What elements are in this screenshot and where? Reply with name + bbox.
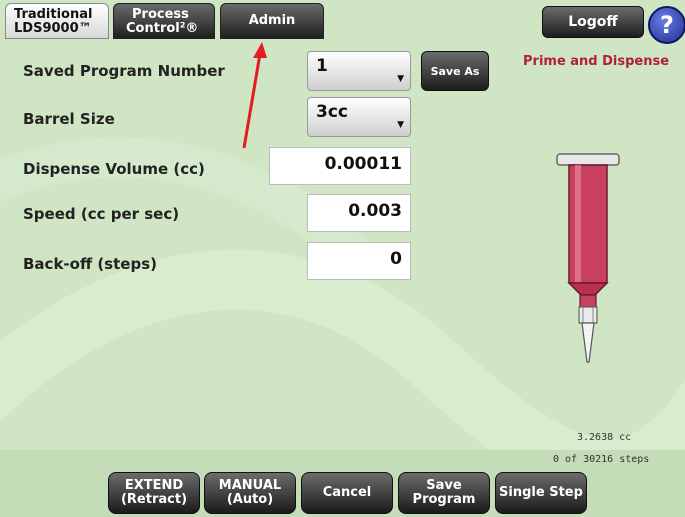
save-as-label: Save As bbox=[430, 64, 480, 78]
tab-traditional-line2: LDS9000™ bbox=[14, 21, 92, 36]
extend-label: EXTEND bbox=[124, 478, 184, 493]
barrel-size-select[interactable]: 3cc ▼ bbox=[307, 97, 411, 137]
speed-field[interactable]: 0.003 bbox=[307, 194, 411, 232]
save-program-button[interactable]: Save Program bbox=[398, 472, 490, 514]
barrel-size-label: Barrel Size bbox=[23, 110, 115, 128]
auto-label: (Auto) bbox=[226, 492, 274, 507]
backoff-value: 0 bbox=[390, 249, 402, 269]
volume-readout: 3.2638 cc bbox=[577, 432, 632, 443]
manual-label: MANUAL bbox=[218, 478, 282, 493]
question-icon: ? bbox=[660, 11, 674, 39]
tab-process-control[interactable]: Process Control²® bbox=[113, 3, 215, 39]
cancel-button[interactable]: Cancel bbox=[301, 472, 393, 514]
dispense-volume-label: Dispense Volume (cc) bbox=[23, 160, 205, 178]
saved-program-value: 1 bbox=[316, 56, 328, 76]
tab-admin[interactable]: Admin bbox=[220, 3, 324, 39]
chevron-down-icon: ▼ bbox=[397, 120, 404, 130]
annotation-arrow-icon bbox=[242, 42, 267, 149]
help-button[interactable]: ? bbox=[648, 6, 685, 44]
backoff-field[interactable]: 0 bbox=[307, 242, 411, 280]
tab-traditional[interactable]: Traditional LDS9000™ bbox=[5, 3, 109, 39]
single-step-button[interactable]: Single Step bbox=[495, 472, 587, 514]
saved-program-label: Saved Program Number bbox=[23, 62, 225, 80]
tab-admin-label: Admin bbox=[248, 13, 296, 28]
speed-label: Speed (cc per sec) bbox=[23, 205, 180, 223]
cancel-label: Cancel bbox=[322, 485, 372, 500]
syringe-icon bbox=[556, 153, 620, 363]
chevron-down-icon: ▼ bbox=[397, 74, 404, 84]
save-as-button[interactable]: Save As bbox=[421, 51, 489, 91]
single-step-label: Single Step bbox=[499, 485, 583, 500]
tab-process-control-line1: Process bbox=[132, 7, 189, 22]
retract-label: (Retract) bbox=[120, 492, 188, 507]
steps-readout: 0 of 30216 steps bbox=[553, 454, 650, 465]
logoff-button[interactable]: Logoff bbox=[542, 6, 644, 38]
extend-retract-button[interactable]: EXTEND (Retract) bbox=[108, 472, 200, 514]
speed-value: 0.003 bbox=[348, 201, 402, 221]
backoff-label: Back-off (steps) bbox=[23, 255, 157, 273]
dispense-volume-field[interactable]: 0.00011 bbox=[269, 147, 411, 185]
tab-traditional-line1: Traditional bbox=[14, 7, 93, 22]
barrel-size-value: 3cc bbox=[316, 102, 348, 122]
manual-auto-button[interactable]: MANUAL (Auto) bbox=[204, 472, 296, 514]
dispense-volume-value: 0.00011 bbox=[324, 154, 402, 174]
save-label: Save bbox=[426, 478, 462, 493]
logoff-label: Logoff bbox=[568, 14, 618, 30]
saved-program-select[interactable]: 1 ▼ bbox=[307, 51, 411, 91]
tab-process-control-line2: Control²® bbox=[126, 21, 199, 36]
program-label: Program bbox=[412, 492, 476, 507]
prime-dispense-title: Prime and Dispense bbox=[523, 54, 670, 69]
